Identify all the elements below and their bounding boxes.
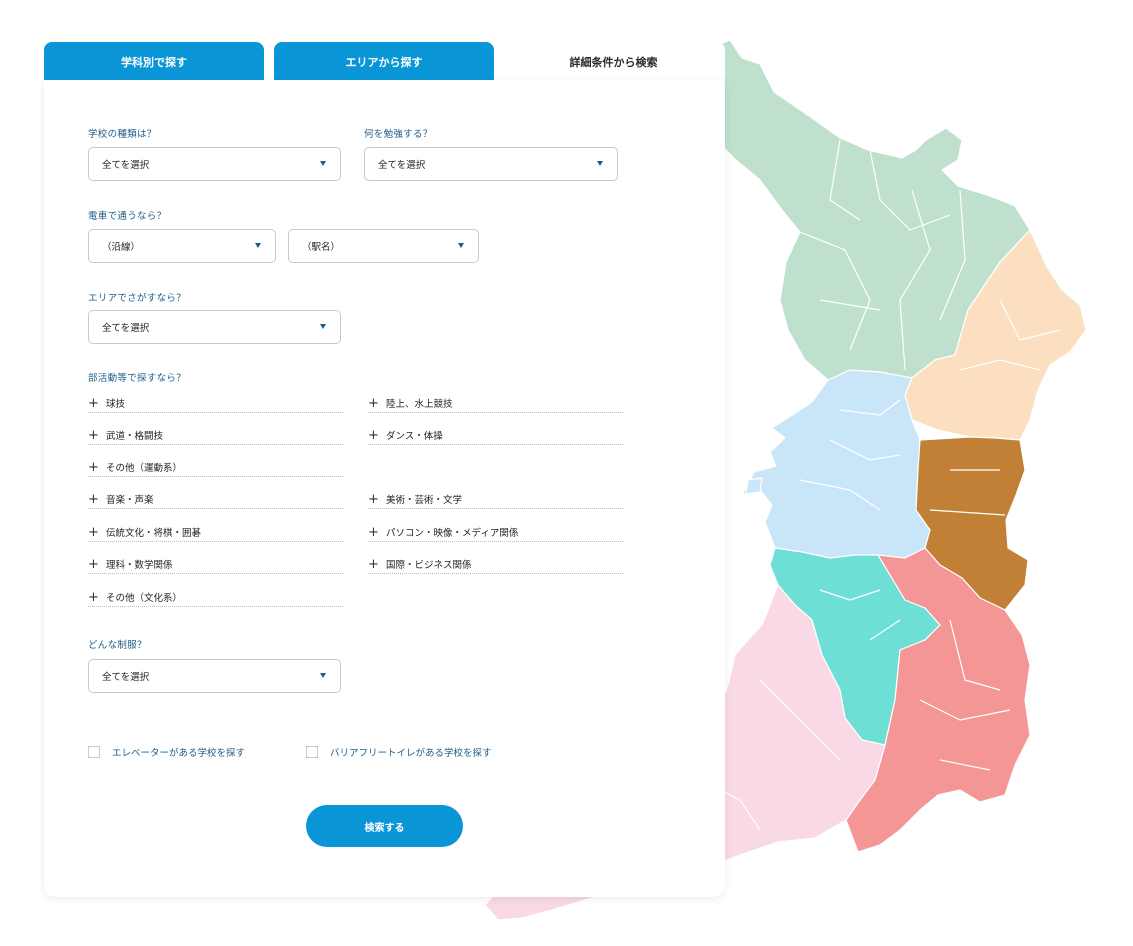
club-item[interactable]: + その他（文化系） — [88, 588, 343, 607]
clubs-label: 部活動等で探すなら？ — [88, 373, 187, 384]
chevron-down-icon — [597, 161, 603, 166]
club-item[interactable]: + 音楽・声楽 — [88, 490, 343, 509]
plus-icon: + — [368, 395, 379, 411]
plus-icon: + — [88, 459, 99, 475]
club-item[interactable]: + 球技 — [88, 394, 343, 413]
club-item-label: 音楽・声楽 — [106, 495, 154, 506]
elevator-checkbox-label: エレベーターがある学校を探す — [112, 748, 246, 759]
club-item-label: 国際・ビジネス関係 — [386, 560, 472, 571]
club-item-label: 理科・数学関係 — [106, 560, 173, 571]
search-button[interactable]: 検索する — [306, 805, 463, 847]
chevron-down-icon — [255, 243, 261, 248]
study-label: 何を勉強する？ — [364, 129, 433, 140]
chevron-down-icon — [320, 673, 326, 678]
tab-detailed-search[interactable]: 詳細条件から検索 — [502, 42, 725, 82]
club-item[interactable]: + 武道・格闘技 — [88, 426, 343, 445]
area-label: エリアでさがすなら？ — [88, 293, 187, 304]
club-item[interactable]: + 伝統文化・将棋・囲碁 — [88, 523, 343, 542]
school-type-label: 学校の種類は？ — [88, 129, 157, 140]
club-item-label: 美術・芸術・文学 — [386, 495, 463, 506]
train-station-value: （駅名） — [302, 242, 341, 253]
plus-icon: + — [368, 427, 379, 443]
barrier-free-checkbox[interactable]: バリアフリートイレがある学校を探す — [306, 745, 492, 759]
club-item-label: その他（運動系） — [106, 463, 183, 474]
tab-by-area[interactable]: エリアから探す — [274, 42, 494, 82]
club-item[interactable]: + 国際・ビジネス関係 — [368, 555, 623, 574]
area-value: 全てを選択 — [102, 323, 150, 334]
checkbox-icon — [306, 746, 318, 758]
uniform-select[interactable]: 全てを選択 — [88, 659, 341, 693]
club-item[interactable]: + 理科・数学関係 — [88, 555, 343, 574]
elevator-checkbox[interactable]: エレベーターがある学校を探す — [88, 745, 245, 759]
plus-icon: + — [88, 427, 99, 443]
club-item[interactable]: + 陸上、水上競技 — [368, 394, 623, 413]
tab-by-department[interactable]: 学科別で探す — [44, 42, 264, 82]
checkbox-icon — [88, 746, 100, 758]
plus-icon: + — [88, 491, 99, 507]
search-panel: 学科別で探す エリアから探す 詳細条件から検索 学校の種類は？ 全てを選択 何を… — [44, 42, 725, 897]
club-item-label: ダンス・体操 — [386, 431, 443, 442]
club-item[interactable]: + ダンス・体操 — [368, 426, 623, 445]
plus-icon: + — [368, 524, 379, 540]
train-line-select[interactable]: （沿線） — [88, 229, 276, 263]
plus-icon: + — [368, 491, 379, 507]
club-item[interactable]: + パソコン・映像・メディア関係 — [368, 523, 623, 542]
club-item-label: その他（文化系） — [106, 593, 183, 604]
club-item-label: 武道・格闘技 — [106, 431, 164, 442]
train-station-select[interactable]: （駅名） — [288, 229, 479, 263]
train-line-value: （沿線） — [102, 242, 141, 253]
plus-icon: + — [88, 395, 99, 411]
club-item-label: パソコン・映像・メディア関係 — [386, 528, 519, 539]
train-label: 電車で通うなら？ — [88, 211, 167, 222]
study-select[interactable]: 全てを選択 — [364, 147, 618, 181]
uniform-label: どんな制服？ — [88, 640, 147, 651]
plus-icon: + — [88, 524, 99, 540]
chevron-down-icon — [320, 324, 326, 329]
map-island-2 — [745, 477, 763, 495]
plus-icon: + — [88, 589, 99, 605]
plus-icon: + — [88, 556, 99, 572]
search-form-card: 学校の種類は？ 全てを選択 何を勉強する？ 全てを選択 電車で通うなら？ （沿線… — [44, 80, 725, 897]
chevron-down-icon — [458, 243, 464, 248]
club-item-label: 伝統文化・将棋・囲碁 — [106, 528, 202, 539]
study-value: 全てを選択 — [378, 160, 426, 171]
uniform-value: 全てを選択 — [102, 672, 150, 683]
map-region-central[interactable] — [741, 369, 931, 559]
club-item-label: 陸上、水上競技 — [386, 399, 453, 410]
chevron-down-icon — [320, 161, 326, 166]
school-type-value: 全てを選択 — [102, 160, 150, 171]
club-item-label: 球技 — [106, 399, 126, 410]
area-select[interactable]: 全てを選択 — [88, 310, 341, 344]
club-item[interactable]: + その他（運動系） — [88, 458, 343, 477]
school-type-select[interactable]: 全てを選択 — [88, 147, 341, 181]
barrier-free-checkbox-label: バリアフリートイレがある学校を探す — [330, 748, 492, 759]
club-item[interactable]: + 美術・芸術・文学 — [368, 490, 623, 509]
plus-icon: + — [368, 556, 379, 572]
